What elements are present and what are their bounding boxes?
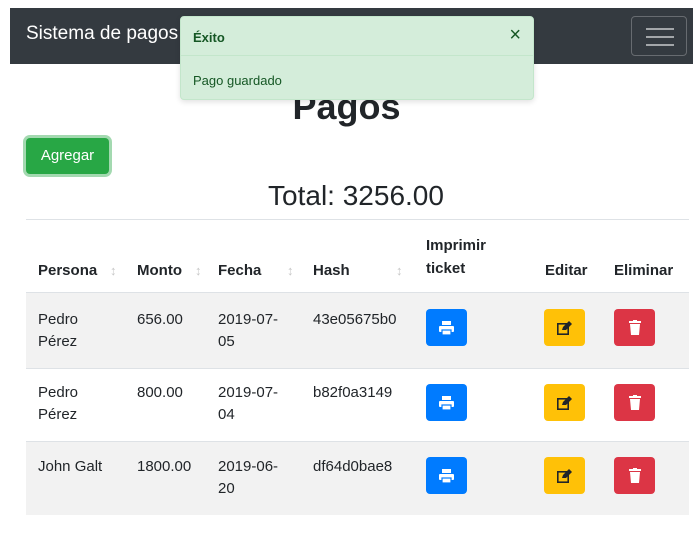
table-row: John Galt 1800.00 2019-06- 20 df64d0bae8 <box>26 441 689 515</box>
print-ticket-button[interactable] <box>426 309 467 346</box>
cell-monto: 656.00 <box>137 311 183 328</box>
add-button[interactable]: Agregar <box>26 138 109 174</box>
delete-button[interactable] <box>614 384 655 421</box>
cell-monto: 800.00 <box>137 384 183 401</box>
table-row: Pedro Pérez 656.00 2019-07- 05 43e05675b… <box>26 292 689 368</box>
sort-icon[interactable]: ↕ <box>396 263 403 278</box>
sort-icon[interactable]: ↕ <box>110 263 117 278</box>
edit-button[interactable] <box>544 457 585 494</box>
cell-persona: John Galt <box>38 458 103 475</box>
delete-button[interactable] <box>614 309 655 346</box>
toast-message: Pago guardado <box>193 73 282 88</box>
cell-hash: 43e05675b0 <box>313 311 397 328</box>
divider <box>26 219 689 220</box>
print-ticket-button[interactable] <box>426 384 467 421</box>
edit-icon <box>557 320 572 335</box>
toast-header: Éxito × <box>181 17 533 56</box>
column-header-eliminar: Eliminar <box>614 262 674 279</box>
edit-button[interactable] <box>544 384 585 421</box>
brand-title[interactable]: Sistema de pagos <box>26 23 178 45</box>
cell-persona: Pedro Pérez <box>38 384 79 423</box>
toast-title: Éxito <box>193 30 225 45</box>
trash-icon <box>628 468 641 483</box>
trash-icon <box>628 320 641 335</box>
sort-icon[interactable]: ↕ <box>287 263 294 278</box>
success-toast: Éxito × Pago guardado <box>180 16 534 100</box>
menu-toggle-button[interactable] <box>631 16 687 56</box>
column-header-hash[interactable]: Hash <box>313 262 350 279</box>
cell-persona: Pedro Pérez <box>38 311 79 350</box>
edit-icon <box>557 395 572 410</box>
column-header-fecha[interactable]: Fecha <box>218 262 261 279</box>
edit-button[interactable] <box>544 309 585 346</box>
close-icon[interactable]: × <box>509 25 521 45</box>
column-header-imprimir: Imprimir <box>426 237 487 254</box>
sort-icon[interactable]: ↕ <box>195 263 202 278</box>
cell-hash: b82f0a3149 <box>313 384 393 401</box>
column-header-editar: Editar <box>545 262 588 279</box>
print-icon <box>439 468 454 483</box>
trash-icon <box>628 395 641 410</box>
column-header-ticket: ticket <box>426 260 466 277</box>
print-icon <box>439 395 454 410</box>
edit-icon <box>557 468 572 483</box>
cell-fecha: 2019-06- 20 <box>218 458 279 497</box>
cell-monto: 1800.00 <box>137 458 192 475</box>
column-header-monto[interactable]: Monto <box>137 262 182 279</box>
cell-fecha: 2019-07- 04 <box>218 384 279 423</box>
cell-fecha: 2019-07- 05 <box>218 311 279 350</box>
delete-button[interactable] <box>614 457 655 494</box>
cell-hash: df64d0bae8 <box>313 458 393 475</box>
total-label: Total: 3256.00 <box>268 180 444 211</box>
column-header-persona[interactable]: Persona <box>38 262 97 279</box>
print-icon <box>439 320 454 335</box>
table-row: Pedro Pérez 800.00 2019-07- 04 b82f0a314… <box>26 368 689 441</box>
print-ticket-button[interactable] <box>426 457 467 494</box>
hamburger-icon <box>646 28 674 30</box>
